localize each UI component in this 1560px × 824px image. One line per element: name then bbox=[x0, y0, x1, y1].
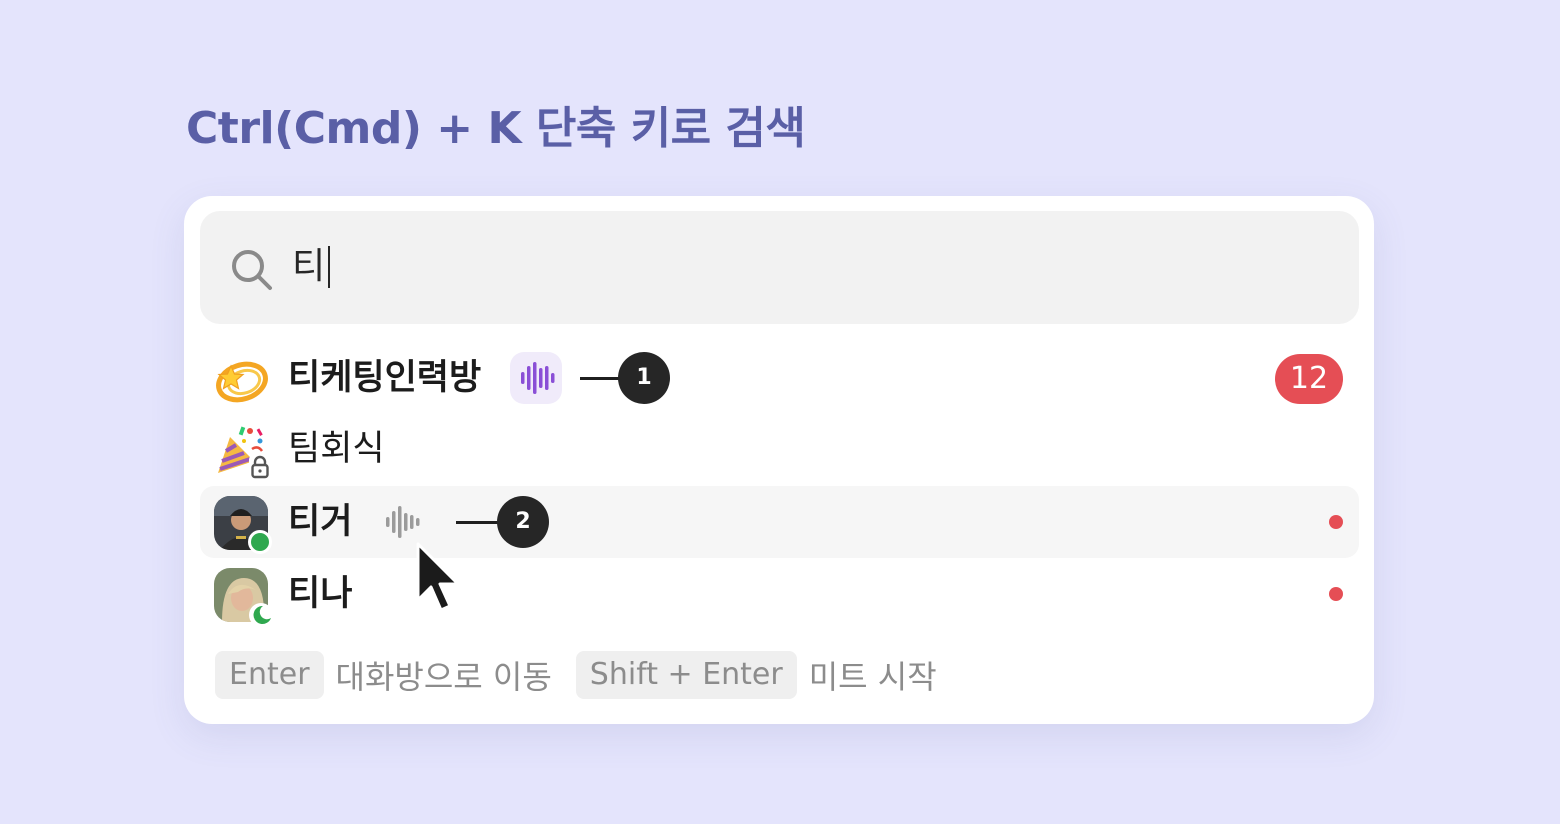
search-bar[interactable]: 티 bbox=[200, 211, 1359, 324]
search-input[interactable]: 티 bbox=[292, 241, 331, 293]
shift-enter-key-hint: Shift + Enter bbox=[575, 651, 797, 699]
unread-count-badge: 12 bbox=[1275, 354, 1343, 404]
user-name: 티나 bbox=[288, 574, 353, 614]
enter-hint-text: 대화방으로 이동 bbox=[335, 658, 552, 696]
callout-connector bbox=[580, 377, 620, 380]
user-name: 티거 bbox=[288, 502, 353, 542]
dizzy-star-emoji-icon bbox=[216, 361, 268, 403]
text-caret bbox=[328, 246, 331, 288]
search-icon bbox=[232, 250, 272, 290]
mouse-pointer-icon bbox=[416, 542, 460, 612]
quick-switcher-panel: 티 티케팅인력방 1 12 팀회식 티거 2 티나 Enter 대화방으로 이동… bbox=[184, 196, 1374, 724]
result-item-channel[interactable]: 팀회식 bbox=[200, 413, 1359, 485]
lock-icon bbox=[249, 454, 271, 480]
callout-connector bbox=[456, 521, 500, 524]
result-item-user[interactable]: 티나 bbox=[200, 558, 1359, 630]
shift-enter-hint-text: 미트 시작 bbox=[808, 658, 937, 696]
unread-dot bbox=[1329, 587, 1343, 601]
online-status-icon bbox=[248, 530, 272, 554]
keyboard-hints: Enter 대화방으로 이동 Shift + Enter 미트 시작 bbox=[215, 651, 961, 699]
unread-dot bbox=[1329, 515, 1343, 529]
away-moon-icon bbox=[249, 603, 273, 627]
channel-name: 티케팅인력방 bbox=[288, 358, 482, 398]
audio-wave-icon bbox=[521, 362, 555, 394]
audio-wave-icon[interactable] bbox=[382, 504, 422, 540]
page-heading: Ctrl(Cmd) + K 단축 키로 검색 bbox=[186, 103, 806, 154]
callout-marker: 1 bbox=[618, 352, 670, 404]
result-item-channel[interactable]: 티케팅인력방 1 12 bbox=[200, 342, 1359, 414]
active-huddle-badge[interactable] bbox=[510, 352, 562, 404]
enter-key-hint: Enter bbox=[215, 651, 324, 699]
callout-marker: 2 bbox=[497, 496, 549, 548]
search-input-value: 티 bbox=[292, 246, 326, 287]
channel-name: 팀회식 bbox=[288, 429, 385, 469]
result-item-user[interactable]: 티거 2 bbox=[200, 486, 1359, 558]
